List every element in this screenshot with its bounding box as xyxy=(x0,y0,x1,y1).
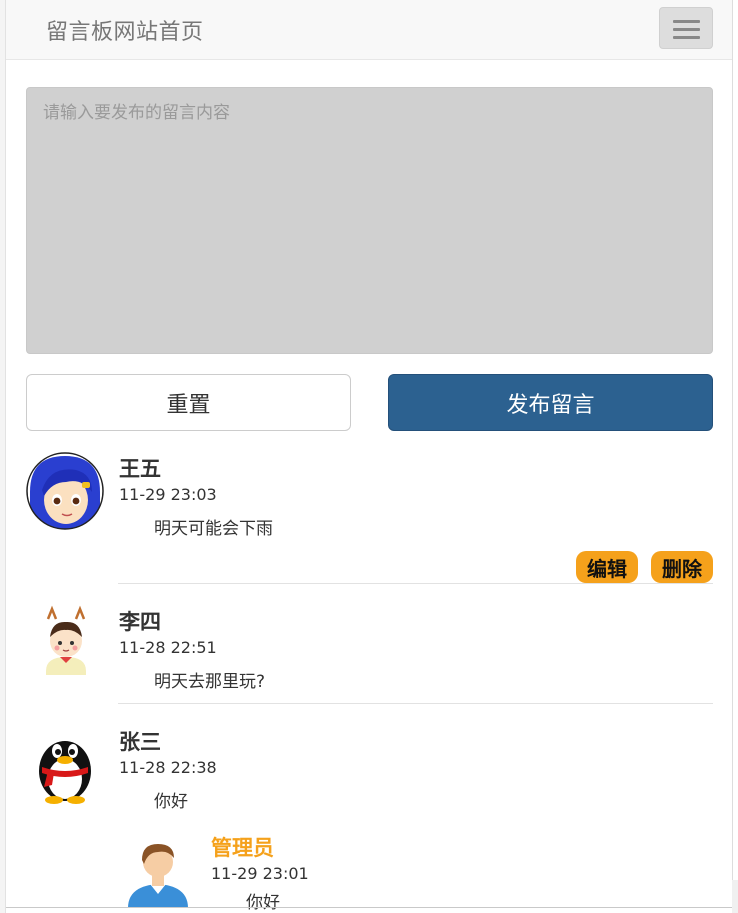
reply-text: 你好 xyxy=(246,893,280,913)
comment-author: 张三 xyxy=(119,730,161,754)
scrollbar-thumb[interactable] xyxy=(732,0,738,880)
admin-person-avatar xyxy=(128,844,188,908)
comment-author: 王五 xyxy=(119,457,161,481)
page: 留言板网站首页 重置 发布留言 王五 1 xyxy=(0,0,738,913)
hamburger-menu-icon[interactable] xyxy=(659,7,713,49)
message-input[interactable] xyxy=(26,87,713,354)
reply-time: 11-29 23:01 xyxy=(211,864,309,883)
reply-author: 管理员 xyxy=(211,836,274,860)
comment-author: 李四 xyxy=(119,610,161,634)
comment-text: 明天去那里玩? xyxy=(154,672,266,692)
post-message-button[interactable]: 发布留言 xyxy=(388,374,713,431)
comment-divider xyxy=(118,703,713,704)
site-title[interactable]: 留言板网站首页 xyxy=(46,14,204,46)
window-left-edge xyxy=(0,0,6,913)
comment-text: 明天可能会下雨 xyxy=(154,519,273,539)
bottom-border xyxy=(6,907,732,908)
comment-time: 11-28 22:51 xyxy=(119,638,217,657)
comment-time: 11-28 22:38 xyxy=(119,758,217,777)
reset-button[interactable]: 重置 xyxy=(26,374,351,431)
scrollbar[interactable] xyxy=(732,0,738,913)
edit-button[interactable]: 编辑 xyxy=(576,551,638,583)
navbar: 留言板网站首页 xyxy=(6,0,732,60)
cartoon-kid-avatar xyxy=(26,605,104,683)
anime-girl-avatar xyxy=(26,452,104,530)
comment-divider xyxy=(118,583,713,584)
comment-text: 你好 xyxy=(154,792,188,812)
penguin-avatar xyxy=(26,727,104,805)
delete-button[interactable]: 删除 xyxy=(651,551,713,583)
comment-time: 11-29 23:03 xyxy=(119,485,217,504)
